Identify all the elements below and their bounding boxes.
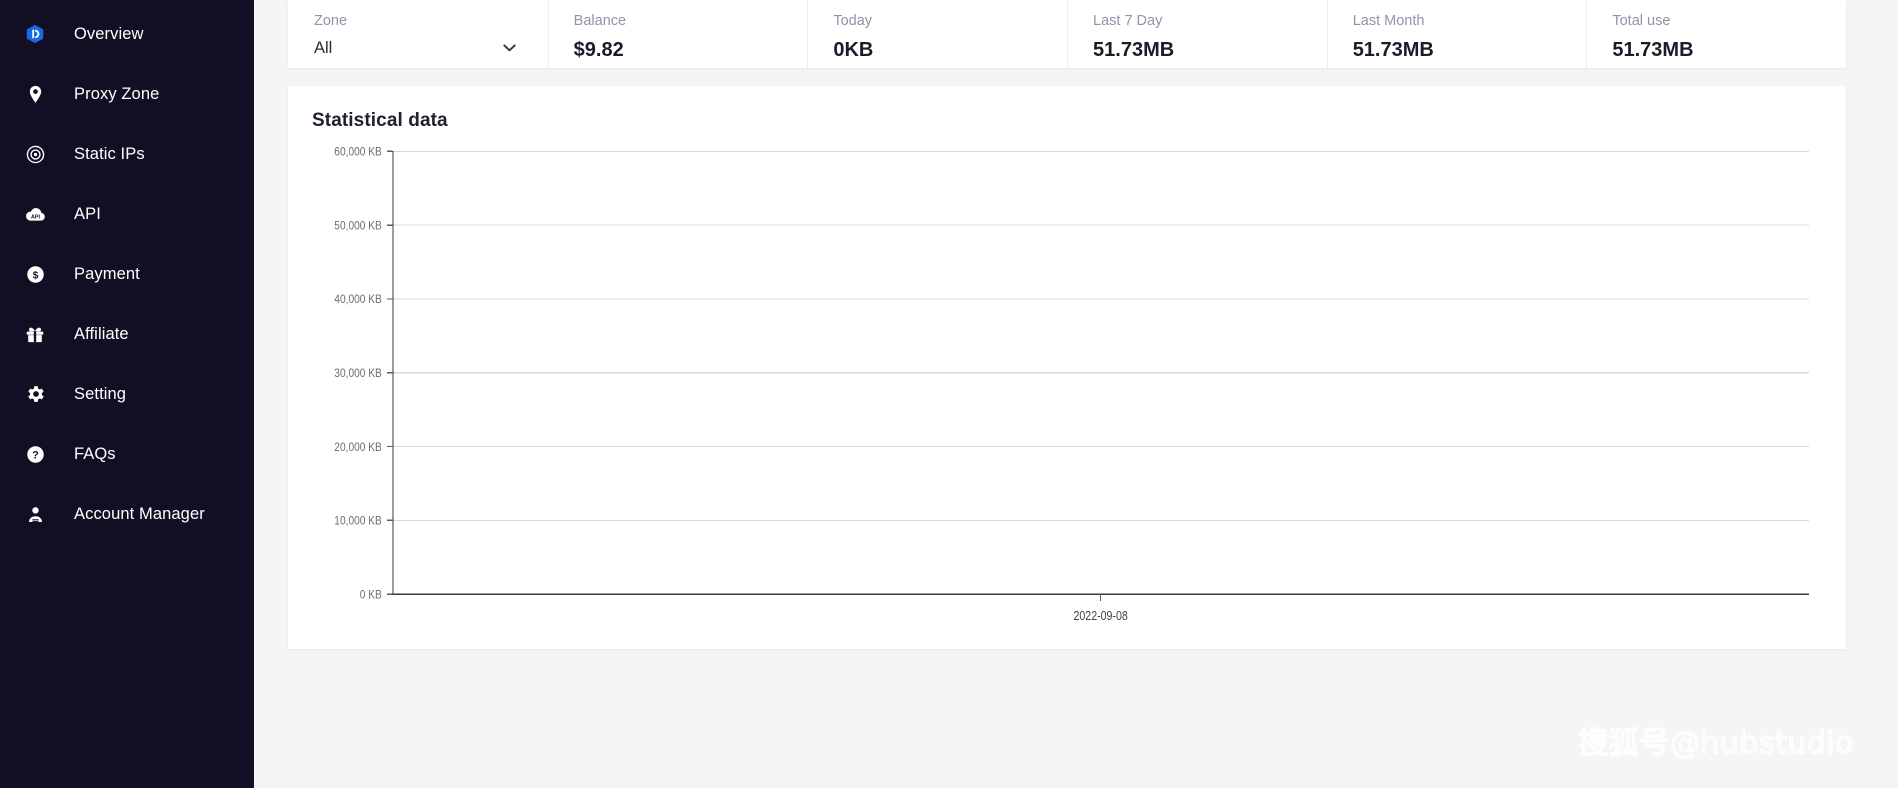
sidebar-item-setting[interactable]: Setting (0, 364, 254, 424)
question-mark-icon: ? (22, 441, 48, 467)
stat-card-balance: Balance $9.82 (548, 0, 808, 68)
sidebar-item-static-ips[interactable]: Static IPs (0, 124, 254, 184)
chart-gridlines (392, 151, 1808, 520)
y-axis-tick-label: 50,000 KB (334, 220, 382, 233)
sidebar-item-label: Payment (74, 265, 140, 284)
sidebar: Overview Proxy Zone Static IPs (0, 0, 254, 788)
sidebar-item-label: FAQs (74, 445, 116, 464)
sidebar-item-label: Proxy Zone (74, 85, 159, 104)
gift-icon (22, 321, 48, 347)
sidebar-item-payment[interactable]: $ Payment (0, 244, 254, 304)
sidebar-item-label: Static IPs (74, 145, 145, 164)
x-axis-tick-label: 2022-09-08 (1073, 609, 1128, 623)
svg-text:API: API (31, 214, 40, 220)
stats-row: Zone All Balance $9.82 Today 0KB Last 7 … (288, 0, 1846, 68)
stat-label: Today (833, 14, 1041, 29)
chart-area[interactable]: 0 KB 10,000 KB 20,000 KB 30,000 KB 40,000 KB… (288, 138, 1846, 649)
gear-icon (22, 381, 48, 407)
zone-selected-value: All (314, 40, 332, 57)
app-root: Overview Proxy Zone Static IPs (0, 0, 1898, 788)
sidebar-item-proxy-zone[interactable]: Proxy Zone (0, 64, 254, 124)
stat-value: 0KB (833, 40, 1041, 60)
y-axis-tick-label: 60,000 KB (334, 146, 382, 159)
statistical-data-chart[interactable]: 0 KB 10,000 KB 20,000 KB 30,000 KB 40,000 KB… (288, 138, 1846, 649)
y-axis-tick-label: 40,000 KB (334, 293, 382, 306)
dollar-coin-icon: $ (22, 261, 48, 287)
y-axis-tick-label: 30,000 KB (334, 367, 382, 380)
sidebar-item-api[interactable]: API API (0, 184, 254, 244)
zone-filter-card: Zone All (288, 0, 548, 68)
zone-select[interactable]: All (314, 40, 522, 57)
sidebar-item-affiliate[interactable]: Affiliate (0, 304, 254, 364)
sidebar-item-label: Setting (74, 385, 126, 404)
statistical-data-card: Statistical data 0 KB 10,000 KB 20,000 KB 3… (288, 86, 1846, 649)
stat-card-total-use: Total use 51.73MB (1586, 0, 1846, 68)
broadcast-icon (22, 141, 48, 167)
stat-card-today: Today 0KB (807, 0, 1067, 68)
stat-value: 51.73MB (1353, 40, 1561, 60)
user-person-icon (22, 501, 48, 527)
svg-text:?: ? (32, 449, 39, 461)
sidebar-item-label: API (74, 205, 101, 224)
sidebar-item-account-manager[interactable]: Account Manager (0, 484, 254, 544)
stat-value: $9.82 (574, 40, 782, 60)
svg-text:$: $ (32, 270, 38, 281)
chart-x-axis: 2022-09-08 (392, 594, 1808, 624)
hexagon-logo-icon (22, 21, 48, 47)
stat-label: Balance (574, 14, 782, 29)
sidebar-item-label: Account Manager (74, 505, 205, 524)
stat-card-last-7-day: Last 7 Day 51.73MB (1067, 0, 1327, 68)
stat-label: Last Month (1353, 14, 1561, 29)
y-axis-tick-label: 20,000 KB (334, 441, 382, 454)
main-content: Zone All Balance $9.82 Today 0KB Last 7 … (254, 0, 1898, 788)
chevron-down-icon[interactable] (503, 44, 516, 52)
zone-label: Zone (314, 14, 522, 29)
sidebar-item-label: Overview (74, 25, 144, 44)
sidebar-item-faqs[interactable]: ? FAQs (0, 424, 254, 484)
chart-title: Statistical data (288, 110, 1846, 132)
chart-y-axis: 0 KB 10,000 KB 20,000 KB 30,000 KB 40,000 KB… (334, 146, 393, 602)
stat-label: Total use (1612, 14, 1820, 29)
y-axis-tick-label: 10,000 KB (334, 515, 382, 528)
stat-card-last-month: Last Month 51.73MB (1327, 0, 1587, 68)
stat-value: 51.73MB (1612, 40, 1820, 60)
sidebar-item-label: Affiliate (74, 325, 129, 344)
stat-label: Last 7 Day (1093, 14, 1301, 29)
y-axis-tick-label: 0 KB (360, 589, 382, 602)
stat-value: 51.73MB (1093, 40, 1301, 60)
location-pin-icon (22, 81, 48, 107)
sidebar-item-overview[interactable]: Overview (0, 4, 254, 64)
api-cloud-icon: API (22, 201, 48, 227)
